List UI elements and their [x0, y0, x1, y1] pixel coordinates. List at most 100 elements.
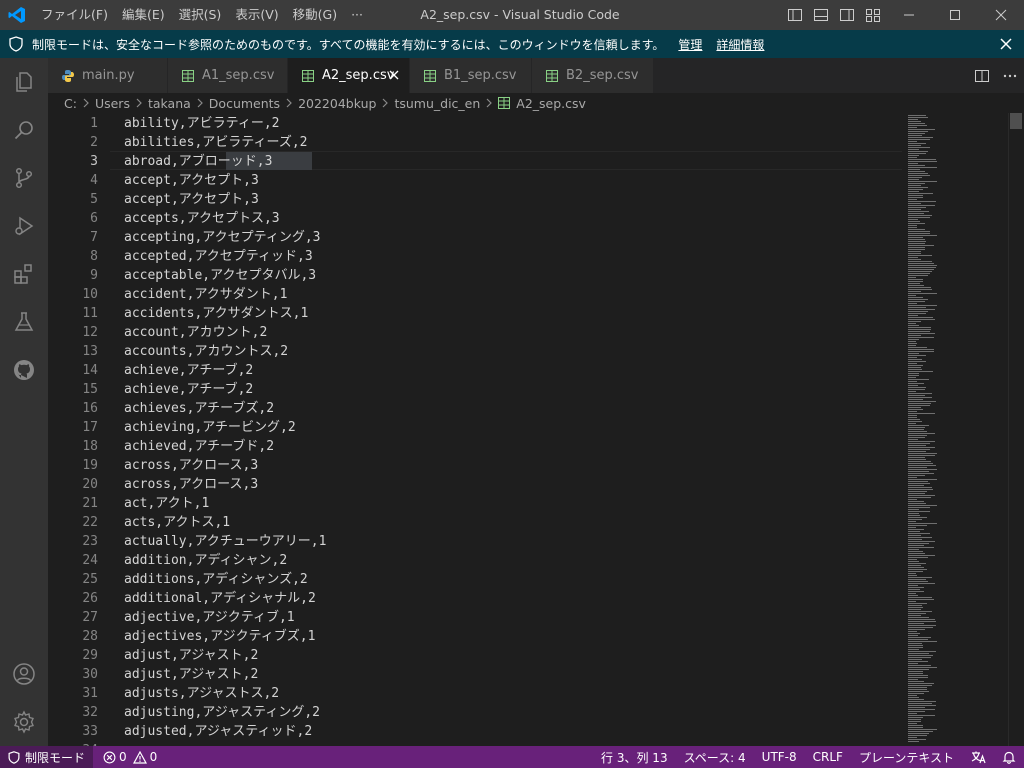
menu-view[interactable]: 表示(V): [228, 0, 285, 30]
minimap-row: [908, 153, 926, 154]
menu-file[interactable]: ファイル(F): [34, 0, 115, 30]
code-line[interactable]: 18 achieved,アチーブド,2: [48, 437, 908, 456]
close-icon[interactable]: [998, 36, 1014, 52]
code-line[interactable]: 30 adjust,アジャスト,2: [48, 665, 908, 684]
code-line[interactable]: 5 accept,アクセプト,3: [48, 190, 908, 209]
code-line[interactable]: 25 additions,アディシャンズ,2: [48, 570, 908, 589]
menu-go[interactable]: 移動(G): [286, 0, 344, 30]
code-line[interactable]: 23 actually,アクチューウアリー,1: [48, 532, 908, 551]
breadcrumb-item[interactable]: A2_sep.csv: [516, 96, 586, 111]
breadcrumb-item[interactable]: Users: [95, 96, 130, 111]
more-actions-icon[interactable]: [996, 58, 1024, 93]
tab-label: A1_sep.csv: [202, 68, 275, 83]
code-line[interactable]: 22 acts,アクトス,1: [48, 513, 908, 532]
source-control-icon[interactable]: [0, 154, 48, 202]
code-line[interactable]: 16 achieves,アチーブズ,2: [48, 399, 908, 418]
minimap-row: [908, 405, 930, 406]
minimap-row: [908, 431, 927, 432]
minimap-row: [908, 273, 930, 274]
gear-icon[interactable]: [0, 698, 48, 746]
tab-a2-sep[interactable]: A2_sep.csv: [288, 58, 410, 93]
toggle-primary-sidebar-icon[interactable]: [786, 6, 804, 24]
toggle-secondary-sidebar-icon[interactable]: [838, 6, 856, 24]
code-line[interactable]: 12 account,アカウント,2: [48, 323, 908, 342]
code-line[interactable]: 11 accidents,アクサダントス,1: [48, 304, 908, 323]
minimap-row: [908, 243, 925, 244]
tab-b1-sep[interactable]: B1_sep.csv: [410, 58, 532, 93]
code-line[interactable]: 29 adjust,アジャスト,2: [48, 646, 908, 665]
code-line[interactable]: 31 adjusts,アジャストス,2: [48, 684, 908, 703]
code-line[interactable]: 3 abroad,アブローッド,3: [48, 152, 908, 171]
vertical-scrollbar[interactable]: [1008, 113, 1022, 746]
code-line[interactable]: 20 across,アクロース,3: [48, 475, 908, 494]
code-line[interactable]: 33 adjusted,アジャスティッド,2: [48, 722, 908, 741]
customize-layout-icon[interactable]: [864, 6, 882, 24]
minimize-icon[interactable]: [886, 0, 932, 30]
breadcrumb-item[interactable]: 202204bkup: [298, 96, 376, 111]
status-encoding[interactable]: UTF-8: [754, 746, 805, 768]
code-line[interactable]: 13 accounts,アカウントス,2: [48, 342, 908, 361]
code-editor[interactable]: 1 ability,アビラティー,2 2 abilities,アビラティーズ,2 3 ab…: [48, 113, 1024, 746]
code-line[interactable]: 7 accepting,アクセプティング,3: [48, 228, 908, 247]
bell-icon[interactable]: [994, 746, 1024, 768]
scrollbar-thumb[interactable]: [1010, 113, 1022, 129]
status-problems[interactable]: 0 0: [103, 750, 157, 764]
accounts-icon[interactable]: [0, 650, 48, 698]
status-eol[interactable]: CRLF: [805, 746, 851, 768]
code-line[interactable]: 10 accident,アクサダント,1: [48, 285, 908, 304]
breadcrumb-item[interactable]: Documents: [209, 96, 280, 111]
maximize-icon[interactable]: [932, 0, 978, 30]
extensions-icon[interactable]: [0, 250, 48, 298]
run-debug-icon[interactable]: [0, 202, 48, 250]
line-number: 30: [82, 667, 98, 682]
line-number: 8: [90, 249, 98, 264]
status-indentation[interactable]: スペース: 4: [676, 746, 754, 768]
line-text: accepted,アクセプティッド,3: [124, 249, 313, 264]
breadcrumb-item[interactable]: tsumu_dic_en: [394, 96, 480, 111]
code-line[interactable]: 27 adjective,アジクティブ,1: [48, 608, 908, 627]
code-line[interactable]: 8 accepted,アクセプティッド,3: [48, 247, 908, 266]
close-window-icon[interactable]: [978, 0, 1024, 30]
menu-selection[interactable]: 選択(S): [172, 0, 229, 30]
tab-b2-sep[interactable]: B2_sep.csv: [532, 58, 654, 93]
code-line[interactable]: 17 achieving,アチービング,2: [48, 418, 908, 437]
code-line[interactable]: 15 achieve,アチーブ,2: [48, 380, 908, 399]
code-line[interactable]: 9 acceptable,アクセプタバル,3: [48, 266, 908, 285]
minimap-row: [908, 489, 933, 490]
status-restricted-mode[interactable]: 制限モード: [0, 746, 94, 768]
explorer-icon[interactable]: [0, 58, 48, 106]
tab-a1-sep[interactable]: A1_sep.csv: [168, 58, 288, 93]
minimap-row: [908, 559, 917, 560]
code-line[interactable]: 6 accepts,アクセプトス,3: [48, 209, 908, 228]
status-language-mode[interactable]: プレーンテキスト: [851, 746, 962, 768]
code-line[interactable]: 26 additional,アディシャナル,2: [48, 589, 908, 608]
menu-edit[interactable]: 編集(E): [115, 0, 172, 30]
minimap-row: [908, 529, 924, 530]
vscode-logo-icon[interactable]: [0, 0, 34, 30]
code-line[interactable]: 4 accept,アクセプト,3: [48, 171, 908, 190]
code-line[interactable]: 21 act,アクト,1: [48, 494, 908, 513]
tab-main-py[interactable]: main.py: [48, 58, 168, 93]
banner-manage-link[interactable]: 管理: [678, 36, 702, 53]
minimap-row: [908, 231, 930, 232]
code-line[interactable]: 28 adjectives,アジクティブズ,1: [48, 627, 908, 646]
code-line[interactable]: 14 achieve,アチーブ,2: [48, 361, 908, 380]
status-cursor-position[interactable]: 行 3、列 13: [593, 746, 676, 768]
code-line[interactable]: 32 adjusting,アジャスティング,2: [48, 703, 908, 722]
code-line[interactable]: 24 addition,アディシャン,2: [48, 551, 908, 570]
toggle-panel-icon[interactable]: [812, 6, 830, 24]
minimap-row: [908, 297, 923, 298]
feedback-icon[interactable]: [962, 746, 994, 768]
testing-flask-icon[interactable]: [0, 298, 48, 346]
split-editor-icon[interactable]: [968, 58, 996, 93]
github-icon[interactable]: [0, 346, 48, 394]
banner-details-link[interactable]: 詳細情報: [716, 36, 764, 53]
breadcrumb-item[interactable]: C:: [64, 96, 77, 111]
breadcrumb-item[interactable]: takana: [148, 96, 191, 111]
minimap[interactable]: [908, 113, 968, 746]
code-line[interactable]: 1 ability,アビラティー,2: [48, 114, 908, 133]
close-tab-icon[interactable]: [387, 68, 401, 82]
search-icon[interactable]: [0, 106, 48, 154]
code-line[interactable]: 2 abilities,アビラティーズ,2: [48, 133, 908, 152]
code-line[interactable]: 19 across,アクロース,3: [48, 456, 908, 475]
